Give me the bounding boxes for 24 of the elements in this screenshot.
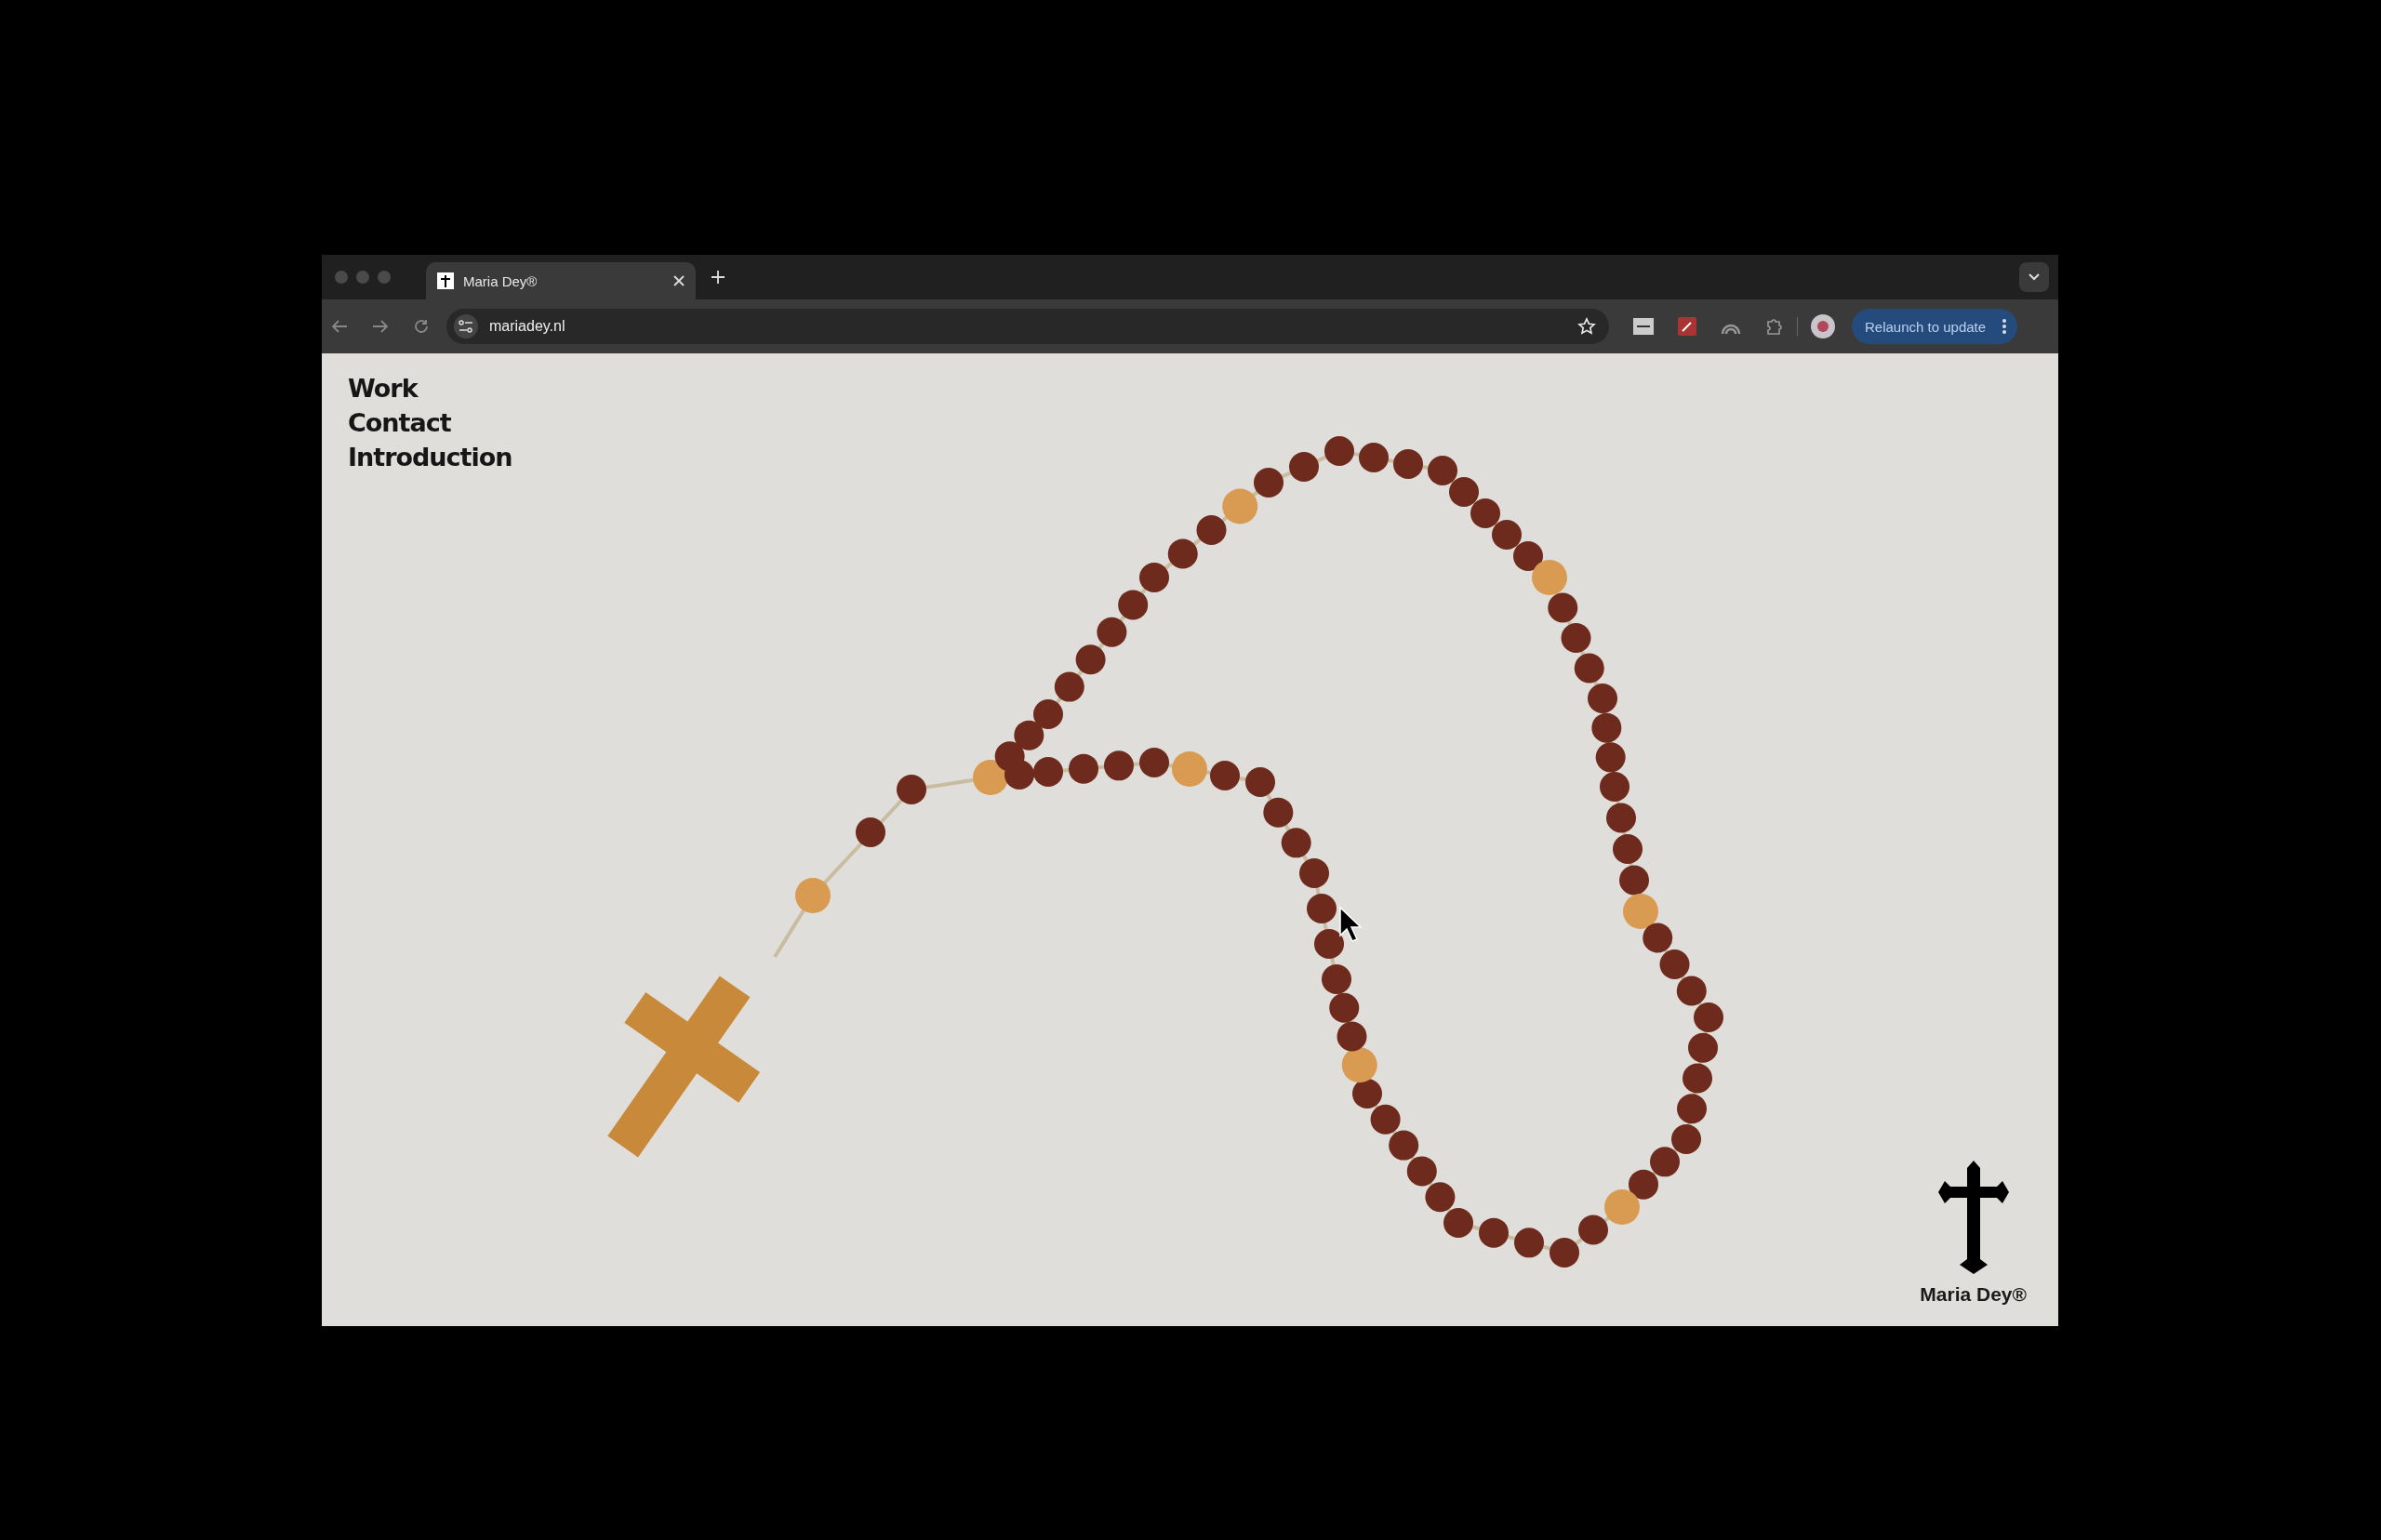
chevron-down-icon <box>2028 272 2041 282</box>
cross-favicon <box>437 272 454 289</box>
back-icon[interactable] <box>331 319 348 334</box>
extension-icon[interactable] <box>1678 317 1696 336</box>
reload-icon[interactable] <box>413 318 430 335</box>
mouse-cursor-icon <box>1339 906 1363 942</box>
extension-icon[interactable] <box>1633 318 1654 335</box>
more-icon[interactable] <box>2002 319 2007 334</box>
profile-avatar[interactable] <box>1811 314 1835 339</box>
close-tab-icon[interactable] <box>673 275 685 286</box>
browser-tab[interactable]: Maria Dey® <box>426 262 696 299</box>
tab-search-button[interactable] <box>2019 262 2049 292</box>
cross-logo-icon <box>1937 1161 2009 1274</box>
nav-link[interactable]: Introduction <box>348 443 512 471</box>
forward-icon[interactable] <box>372 319 389 334</box>
address-bar[interactable]: mariadey.nl <box>446 309 1609 344</box>
bookmark-star-icon[interactable] <box>1577 317 1596 336</box>
nav-link[interactable]: Contact <box>348 408 451 437</box>
logo-text: Maria Dey® <box>1920 1283 2027 1306</box>
new-tab-icon[interactable] <box>711 270 725 285</box>
relaunch-button[interactable]: Relaunch to update <box>1852 309 2018 344</box>
nav-link[interactable]: Work <box>348 374 418 403</box>
puzzle-piece-icon[interactable] <box>1765 317 1784 336</box>
site-settings-icon[interactable] <box>454 314 478 339</box>
